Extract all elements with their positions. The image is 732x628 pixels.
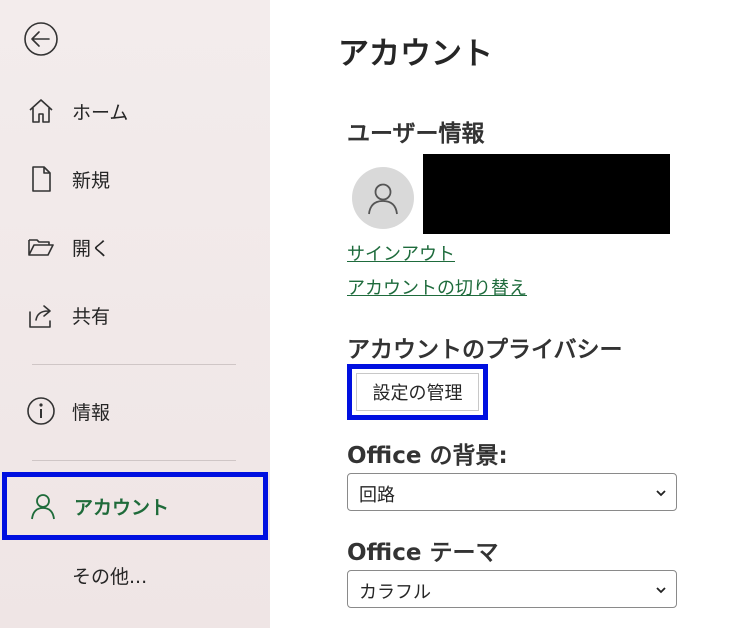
sidebar-divider — [32, 460, 236, 461]
nav-item-label: その他... — [72, 565, 148, 588]
nav-item-label: 共有 — [72, 305, 111, 328]
nav-item-label: 情報 — [72, 401, 111, 424]
nav-item-label: ホーム — [72, 101, 129, 124]
redacted-user-details — [423, 154, 670, 234]
nav-item-info[interactable]: 情報 — [0, 379, 270, 443]
chevron-down-icon — [656, 587, 666, 594]
open-folder-icon — [24, 230, 58, 264]
new-document-icon — [24, 162, 58, 196]
info-icon — [24, 394, 58, 428]
nav-item-open[interactable]: 開く — [0, 215, 270, 279]
back-arrow-icon — [24, 22, 58, 56]
office-background-value: 回路 — [359, 485, 395, 506]
page-title: アカウント — [338, 36, 493, 72]
office-background-heading: Office の背景: — [347, 443, 508, 469]
privacy-heading: アカウントのプライバシー — [347, 337, 623, 363]
share-icon — [24, 298, 58, 332]
account-person-icon — [26, 489, 60, 523]
office-theme-select[interactable]: カラフル — [347, 570, 677, 608]
office-background-select[interactable]: 回路 — [347, 473, 677, 511]
office-theme-heading: Office テーマ — [347, 540, 499, 566]
manage-settings-highlight: 設定の管理 — [347, 364, 488, 420]
user-avatar-icon — [368, 183, 398, 215]
backstage-sidebar: ホーム 新規 開く 共有 情報 アカウント その他... — [0, 0, 270, 628]
nav-item-share[interactable]: 共有 — [0, 283, 270, 347]
home-icon — [24, 94, 58, 128]
switch-account-link[interactable]: アカウントの切り替え — [347, 274, 527, 300]
avatar — [352, 167, 414, 229]
nav-item-label: アカウント — [74, 496, 170, 519]
user-info-heading: ユーザー情報 — [347, 121, 485, 147]
manage-settings-button[interactable]: 設定の管理 — [356, 373, 479, 411]
nav-item-new[interactable]: 新規 — [0, 147, 270, 211]
account-page: アカウント ユーザー情報 サインアウト アカウントの切り替え アカウントのプライ… — [270, 0, 732, 628]
back-button[interactable] — [22, 20, 60, 58]
office-theme-value: カラフル — [359, 582, 431, 603]
nav-item-label: 新規 — [72, 169, 111, 192]
nav-item-label: 開く — [72, 237, 111, 260]
nav-item-home[interactable]: ホーム — [0, 79, 270, 143]
chevron-down-icon — [656, 490, 666, 497]
nav-item-account[interactable]: アカウント — [2, 472, 268, 540]
sign-out-link[interactable]: サインアウト — [347, 240, 455, 266]
nav-item-more[interactable]: その他... — [0, 543, 270, 607]
sidebar-divider — [32, 364, 236, 365]
